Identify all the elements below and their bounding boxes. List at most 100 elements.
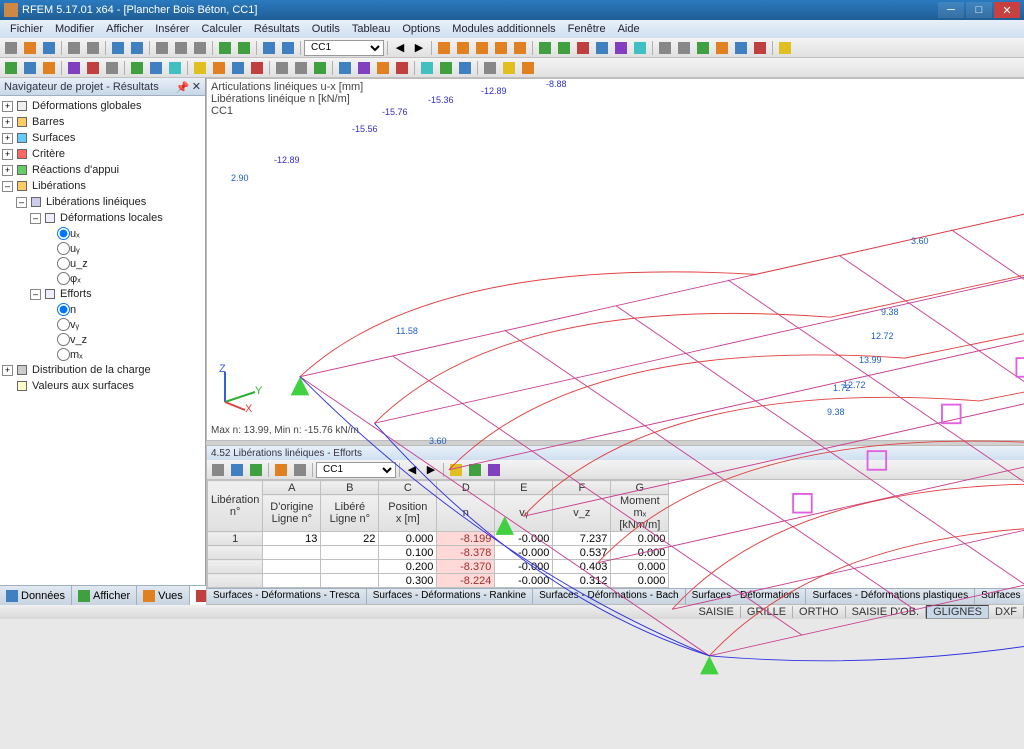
label-uy[interactable]: uᵧ	[70, 243, 80, 255]
tb-pan[interactable]	[279, 39, 297, 57]
tb-a5[interactable]	[732, 39, 750, 57]
tb-a2[interactable]	[675, 39, 693, 57]
tb2-6[interactable]	[103, 59, 121, 77]
tb2-19[interactable]	[374, 59, 392, 77]
tree-toggle[interactable]: +	[2, 117, 13, 128]
label-vz[interactable]: v_z	[70, 334, 87, 346]
tb-r3[interactable]	[574, 39, 592, 57]
tb2-26[interactable]	[519, 59, 537, 77]
radio-uy[interactable]	[57, 242, 70, 255]
tb-a4[interactable]	[713, 39, 731, 57]
tb-r4[interactable]	[593, 39, 611, 57]
tb-zoom[interactable]	[260, 39, 278, 57]
radio-vy[interactable]	[57, 318, 70, 331]
tb-r2[interactable]	[555, 39, 573, 57]
viewport-3d[interactable]: Articulations linéiques u-x [mm] Libérat…	[206, 78, 1024, 441]
tb-v4[interactable]	[492, 39, 510, 57]
tb2-14[interactable]	[273, 59, 291, 77]
tree-toggle[interactable]: –	[16, 197, 27, 208]
node-surfaces[interactable]: Surfaces	[32, 132, 75, 144]
tb2-23[interactable]	[456, 59, 474, 77]
node-def-globales[interactable]: Déformations globales	[32, 100, 141, 112]
tb2-20[interactable]	[393, 59, 411, 77]
tb-undo[interactable]	[109, 39, 127, 57]
tree-toggle[interactable]: –	[2, 181, 13, 192]
tb-cut[interactable]	[153, 39, 171, 57]
tb2-13[interactable]	[248, 59, 266, 77]
tb2-7[interactable]	[128, 59, 146, 77]
close-button[interactable]: ✕	[994, 2, 1020, 18]
radio-mx[interactable]	[57, 348, 70, 361]
minimize-button[interactable]: ─	[938, 2, 964, 18]
tb-calcall[interactable]	[235, 39, 253, 57]
tb2-12[interactable]	[229, 59, 247, 77]
tree-toggle[interactable]: –	[30, 213, 41, 224]
tb2-18[interactable]	[355, 59, 373, 77]
tb2-16[interactable]	[311, 59, 329, 77]
node-valsurf[interactable]: Valeurs aux surfaces	[32, 380, 134, 392]
tree-toggle[interactable]: +	[2, 149, 13, 160]
tb2-2[interactable]	[21, 59, 39, 77]
tb-print[interactable]	[65, 39, 83, 57]
tb-save[interactable]	[40, 39, 58, 57]
menu-modules[interactable]: Modules additionnels	[446, 22, 561, 36]
loadcase-combo[interactable]: CC1	[304, 40, 384, 56]
node-reactions[interactable]: Réactions d'appui	[32, 164, 119, 176]
label-mx[interactable]: mₓ	[70, 349, 83, 361]
tb-help[interactable]	[776, 39, 794, 57]
tb-v5[interactable]	[511, 39, 529, 57]
tb2-4[interactable]	[65, 59, 83, 77]
label-n[interactable]: n	[70, 304, 76, 316]
tb-v3[interactable]	[473, 39, 491, 57]
tb-redo[interactable]	[128, 39, 146, 57]
tb2-21[interactable]	[418, 59, 436, 77]
menu-inserer[interactable]: Insérer	[149, 22, 195, 36]
node-critere[interactable]: Critère	[32, 148, 65, 160]
tree-toggle[interactable]: +	[2, 165, 13, 176]
tb-a1[interactable]	[656, 39, 674, 57]
maximize-button[interactable]: □	[966, 2, 992, 18]
tb-r5[interactable]	[612, 39, 630, 57]
menu-outils[interactable]: Outils	[306, 22, 346, 36]
node-efforts[interactable]: Efforts	[60, 288, 92, 300]
tree-toggle[interactable]: –	[30, 289, 41, 300]
nav-tab-donnees[interactable]: Données	[0, 586, 72, 605]
tb2-8[interactable]	[147, 59, 165, 77]
radio-phix[interactable]	[57, 272, 70, 285]
tb2-25[interactable]	[500, 59, 518, 77]
tb-v2[interactable]	[454, 39, 472, 57]
nav-tab-afficher[interactable]: Afficher	[72, 586, 137, 605]
tb-prev[interactable]: ◀	[391, 39, 409, 57]
node-deflocal[interactable]: Déformations locales	[60, 212, 163, 224]
menu-tableau[interactable]: Tableau	[346, 22, 397, 36]
tb2-17[interactable]	[336, 59, 354, 77]
tb-v1[interactable]	[435, 39, 453, 57]
tree-toggle[interactable]: +	[2, 133, 13, 144]
label-phix[interactable]: φₓ	[70, 273, 81, 285]
tb-r1[interactable]	[536, 39, 554, 57]
tb-calc[interactable]	[216, 39, 234, 57]
tb2-15[interactable]	[292, 59, 310, 77]
label-ux[interactable]: uₓ	[70, 228, 80, 240]
tb-a6[interactable]	[751, 39, 769, 57]
tb-open[interactable]	[21, 39, 39, 57]
tb2-11[interactable]	[210, 59, 228, 77]
tb2-1[interactable]	[2, 59, 20, 77]
tb-r6[interactable]	[631, 39, 649, 57]
tb-copy[interactable]	[172, 39, 190, 57]
tb-paste[interactable]	[191, 39, 209, 57]
menu-resultats[interactable]: Résultats	[248, 22, 306, 36]
tb-new[interactable]	[2, 39, 20, 57]
node-barres[interactable]: Barres	[32, 116, 64, 128]
tb-next[interactable]: ▶	[410, 39, 428, 57]
radio-uz[interactable]	[57, 257, 70, 270]
menu-aide[interactable]: Aide	[612, 22, 646, 36]
label-uz[interactable]: u_z	[70, 258, 88, 270]
tb2-22[interactable]	[437, 59, 455, 77]
tb2-10[interactable]	[191, 59, 209, 77]
tree-toggle[interactable]: +	[2, 101, 13, 112]
tb-printprev[interactable]	[84, 39, 102, 57]
tree-toggle[interactable]: +	[2, 365, 13, 376]
tb2-9[interactable]	[166, 59, 184, 77]
navigator-close[interactable]: ✕	[192, 80, 201, 93]
